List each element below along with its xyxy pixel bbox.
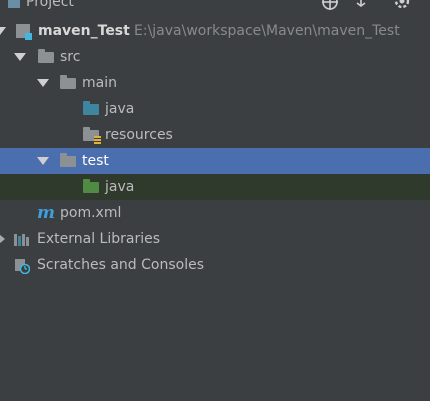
project-view-icon (8, 0, 20, 8)
expand-arrow-icon[interactable] (37, 79, 49, 87)
folder-icon (60, 153, 76, 167)
tree-node-main-java[interactable]: java (0, 96, 430, 122)
tree-node-src[interactable]: src (0, 44, 430, 70)
maven-icon: m (37, 203, 55, 223)
tree-node-label: java (105, 179, 135, 195)
locate-file-icon[interactable] (322, 0, 340, 10)
tree-node-main[interactable]: main (0, 70, 430, 96)
scratches-icon (15, 259, 30, 274)
collapse-all-icon[interactable] (353, 0, 371, 10)
project-view-selector[interactable]: Project (26, 0, 74, 10)
project-tree: maven_Test E:\java\workspace\Maven\maven… (0, 18, 430, 278)
expand-arrow-icon[interactable] (37, 157, 49, 165)
tree-node-external-libraries[interactable]: External Libraries (0, 226, 430, 252)
tree-node-label: Scratches and Consoles (37, 257, 204, 273)
tree-node-scratches[interactable]: Scratches and Consoles (0, 252, 430, 278)
tree-node-label: java (105, 101, 135, 117)
folder-icon (60, 75, 76, 89)
tree-node-pom[interactable]: m pom.xml (0, 200, 430, 226)
gear-icon[interactable] (394, 0, 412, 10)
tree-node-test[interactable]: test (0, 148, 430, 174)
collapse-arrow-icon[interactable] (0, 234, 5, 244)
module-path: E:\java\workspace\Maven\maven_Test (134, 23, 400, 39)
tree-node-resources[interactable]: resources (0, 122, 430, 148)
module-name: maven_Test (38, 23, 130, 39)
tree-node-label: test (82, 153, 109, 169)
tree-node-test-java[interactable]: java (0, 174, 430, 200)
tree-node-label: resources (105, 127, 173, 143)
folder-icon (38, 49, 54, 63)
expand-arrow-icon[interactable] (14, 53, 26, 61)
tree-node-label: src (60, 49, 81, 65)
tree-node-label: pom.xml (60, 205, 122, 221)
libraries-icon (14, 234, 32, 246)
project-tool-window: Project maven_Test E:\java\workspace\Mav… (0, 0, 430, 401)
test-source-folder-icon (83, 179, 99, 193)
expand-arrow-icon[interactable] (0, 27, 6, 35)
source-folder-icon (83, 101, 99, 115)
tree-node-label: External Libraries (37, 231, 160, 247)
tree-node-label: main (82, 75, 117, 91)
project-panel-header: Project (0, 0, 430, 12)
tree-node-module[interactable]: maven_Test E:\java\workspace\Maven\maven… (0, 18, 430, 44)
hide-panel-icon[interactable] (418, 0, 430, 10)
module-icon (16, 24, 32, 40)
resources-folder-icon (83, 127, 101, 144)
